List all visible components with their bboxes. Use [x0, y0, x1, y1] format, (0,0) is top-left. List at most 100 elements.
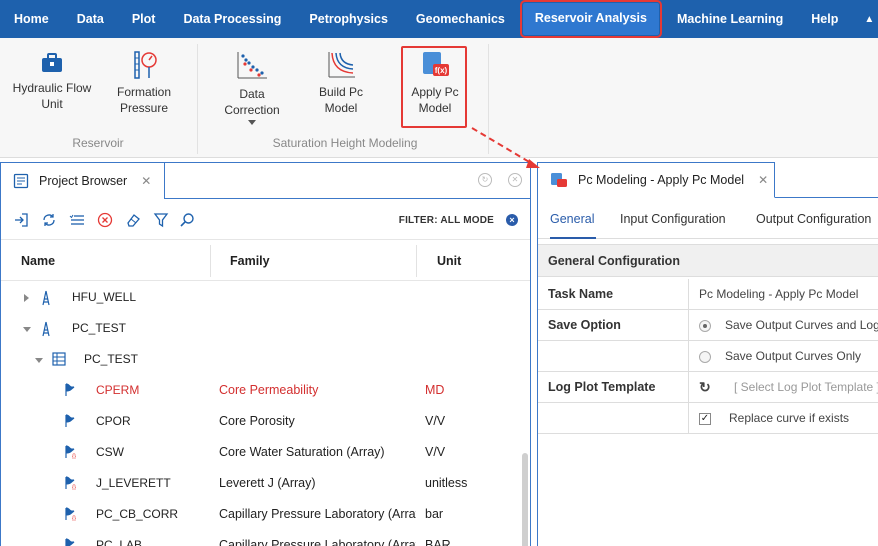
well-icon	[42, 290, 50, 306]
clear-filter-icon[interactable]: ×	[506, 214, 518, 226]
menu-data-processing[interactable]: Data Processing	[169, 0, 295, 38]
menu-data[interactable]: Data	[63, 0, 118, 38]
field-row-replace-curve: ✓ Replace curve if exists	[538, 403, 878, 434]
row-name: CPERM	[96, 383, 140, 397]
column-divider[interactable]	[210, 245, 211, 277]
data-correction-label: Data Correction	[224, 87, 280, 117]
search-icon[interactable]	[179, 212, 195, 228]
tree-row-curve[interactable]: {} CSW Core Water Saturation (Array) V/V	[1, 437, 521, 468]
vertical-scrollbar[interactable]	[522, 453, 528, 546]
subtab-general[interactable]: General	[550, 199, 596, 239]
subtab-output-configuration[interactable]: Output Configuration	[756, 199, 871, 239]
row-name: PC_TEST	[84, 352, 139, 366]
tree-row-curve[interactable]: {} PC_CB_CORR Capillary Pressure Laborat…	[1, 499, 521, 530]
field-divider	[688, 372, 689, 403]
pc-modeling-title: Pc Modeling - Apply Pc Model	[578, 173, 745, 187]
row-name: PC_LAB	[96, 538, 143, 546]
replace-curve-checkbox[interactable]: ✓	[699, 413, 711, 425]
menu-reservoir-analysis[interactable]: Reservoir Analysis	[519, 0, 662, 38]
tree-row-well[interactable]: HFU_WELL	[1, 282, 521, 313]
tree-row-curve[interactable]: {} PC_LAB Capillary Pressure Laboratory …	[1, 530, 521, 546]
field-row-log-plot-template: Log Plot Template ↻ [ Select Log Plot Te…	[538, 372, 878, 403]
refresh-icon[interactable]: ↻	[478, 173, 492, 187]
tree-row-curve[interactable]: CPERM Core Permeability MD	[1, 375, 521, 406]
replace-curve-label[interactable]: Replace curve if exists	[729, 403, 849, 434]
row-name: HFU_WELL	[72, 290, 137, 304]
filter-mode-label: FILTER: ALL MODE	[398, 215, 494, 226]
list-check-icon[interactable]	[69, 212, 85, 228]
column-header-family[interactable]: Family	[230, 241, 270, 281]
tree-row-well[interactable]: PC_TEST	[1, 313, 521, 344]
row-family: Capillary Pressure Laboratory (Array)	[219, 507, 416, 521]
menu-plot[interactable]: Plot	[118, 0, 170, 38]
row-name: PC_TEST	[72, 321, 127, 335]
menu-home[interactable]: Home	[0, 0, 63, 38]
row-name: J_LEVERETT	[96, 476, 171, 490]
close-icon[interactable]: ✕	[758, 173, 768, 187]
curve-flag-icon	[65, 414, 75, 427]
field-divider	[688, 403, 689, 434]
filter-icon[interactable]	[153, 212, 169, 228]
sync-icon[interactable]	[41, 212, 57, 228]
ribbon-separator	[488, 44, 489, 154]
menu-machine-learning[interactable]: Machine Learning	[663, 0, 797, 38]
column-header-unit[interactable]: Unit	[437, 241, 461, 281]
save-curves-only-radio[interactable]	[699, 351, 711, 363]
delete-circle-icon[interactable]	[97, 212, 113, 228]
menu-geomechanics[interactable]: Geomechanics	[402, 0, 519, 38]
field-row-save-option: Save Option Save Output Curves and Log-P…	[538, 310, 878, 341]
column-divider[interactable]	[416, 245, 417, 277]
tree-row-curve[interactable]: {} J_LEVERETT Leverett J (Array) unitles…	[1, 468, 521, 499]
row-family: Capillary Pressure Laboratory (Array)	[219, 538, 416, 546]
save-curves-and-logplot-label[interactable]: Save Output Curves and Log-Plot	[725, 310, 878, 341]
toolbox-icon	[42, 53, 62, 72]
task-name-input[interactable]: Pc Modeling - Apply Pc Model	[699, 279, 858, 310]
field-divider	[688, 310, 689, 341]
pc-modeling-panel: Pc Modeling - Apply Pc Model ✕ General I…	[537, 162, 878, 546]
log-plot-template-label: Log Plot Template	[548, 380, 656, 394]
collapse-arrow-icon[interactable]	[23, 327, 31, 332]
row-unit: V/V	[425, 445, 446, 459]
column-header-name[interactable]: Name	[21, 241, 55, 281]
dropdown-caret-icon	[248, 120, 256, 125]
tree-row-curve[interactable]: CPOR Core Porosity V/V	[1, 406, 521, 437]
collapse-arrow-icon[interactable]	[35, 358, 43, 363]
field-row-task-name: Task Name Pc Modeling - Apply Pc Model	[538, 279, 878, 310]
curve-flag-icon	[65, 383, 75, 396]
row-name: PC_CB_CORR	[96, 507, 179, 521]
build-pc-model-button[interactable]: Build Pc Model	[306, 50, 376, 116]
subtab-input-configuration[interactable]: Input Configuration	[620, 199, 726, 239]
expand-arrow-icon[interactable]	[24, 294, 29, 302]
tab-pc-modeling[interactable]: Pc Modeling - Apply Pc Model ✕	[538, 162, 775, 198]
well-icon	[42, 321, 50, 337]
tab-project-browser[interactable]: Project Browser ✕	[1, 163, 165, 199]
close-circle-icon[interactable]: ✕	[508, 173, 522, 187]
apply-function-icon	[551, 173, 567, 187]
main-menubar: Home Data Plot Data Processing Petrophys…	[0, 0, 878, 38]
log-plot-template-select[interactable]: [ Select Log Plot Template ]	[734, 372, 878, 403]
eraser-icon[interactable]	[125, 212, 141, 228]
data-correction-button[interactable]: Data Correction	[214, 50, 290, 125]
group-saturation-label: Saturation Height Modeling	[272, 136, 418, 150]
project-browser-toolbar: FILTER: ALL MODE ×	[1, 200, 530, 240]
grid-header: Name Family Unit	[1, 241, 530, 281]
pc-curves-icon	[328, 52, 355, 78]
import-icon[interactable]	[13, 212, 29, 228]
formation-pressure-button[interactable]: Formation Pressure	[108, 50, 180, 116]
project-browser-tabrow: Project Browser ✕ ↻ ✕	[1, 163, 530, 199]
save-option-label: Save Option	[548, 318, 621, 332]
menu-petrophysics[interactable]: Petrophysics	[295, 0, 402, 38]
field-divider	[688, 279, 689, 310]
svg-text:{}: {}	[72, 516, 76, 521]
collapse-ribbon-icon[interactable]: ▲	[852, 14, 878, 25]
hydraulic-flow-unit-button[interactable]: Hydraulic Flow Unit	[8, 50, 96, 112]
array-curve-icon: {}	[65, 476, 76, 490]
tree-row-dataset[interactable]: PC_TEST	[1, 344, 521, 375]
ribbon-separator	[197, 44, 198, 154]
close-icon[interactable]: ✕	[141, 174, 151, 188]
save-curves-and-logplot-radio[interactable]	[699, 320, 711, 332]
reload-icon[interactable]: ↻	[699, 372, 711, 403]
menu-help[interactable]: Help	[797, 0, 852, 38]
save-curves-only-label[interactable]: Save Output Curves Only	[725, 341, 861, 372]
array-curve-icon: {}	[65, 445, 76, 459]
